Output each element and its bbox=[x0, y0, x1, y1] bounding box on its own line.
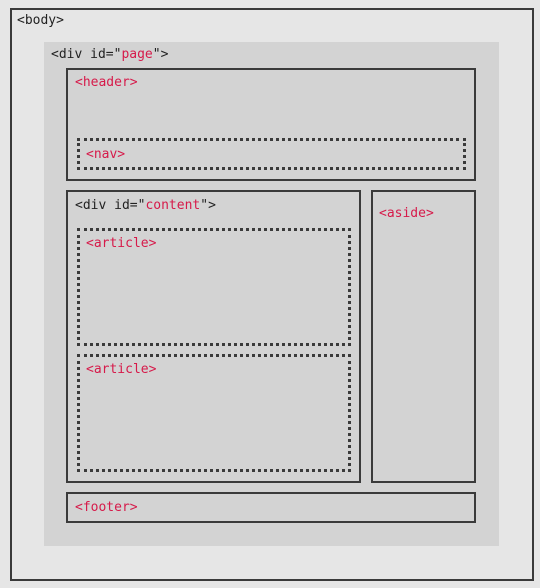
article-label-2: <article> bbox=[86, 362, 157, 377]
footer-label: <footer> bbox=[75, 500, 138, 515]
aside-label: <aside> bbox=[379, 206, 434, 221]
aside-box bbox=[371, 190, 476, 483]
page-div-label: <div id="page"> bbox=[51, 47, 168, 63]
page-div-suffix: "> bbox=[152, 47, 169, 62]
page-div-prefix: <div id=" bbox=[51, 47, 122, 62]
content-div-id: content bbox=[145, 198, 201, 213]
body-label: <body> bbox=[17, 13, 64, 28]
content-div-label: <div id="content"> bbox=[75, 198, 216, 214]
layout-diagram: <body> <div id="page"> <header> <nav> <d… bbox=[0, 0, 540, 588]
content-div-suffix: "> bbox=[200, 198, 216, 213]
nav-label: <nav> bbox=[86, 147, 126, 162]
nav-box bbox=[77, 138, 466, 170]
header-label: <header> bbox=[75, 75, 138, 90]
content-div-prefix: <div id=" bbox=[75, 198, 146, 213]
article-label-1: <article> bbox=[86, 236, 157, 251]
page-div-id: page bbox=[121, 47, 153, 62]
